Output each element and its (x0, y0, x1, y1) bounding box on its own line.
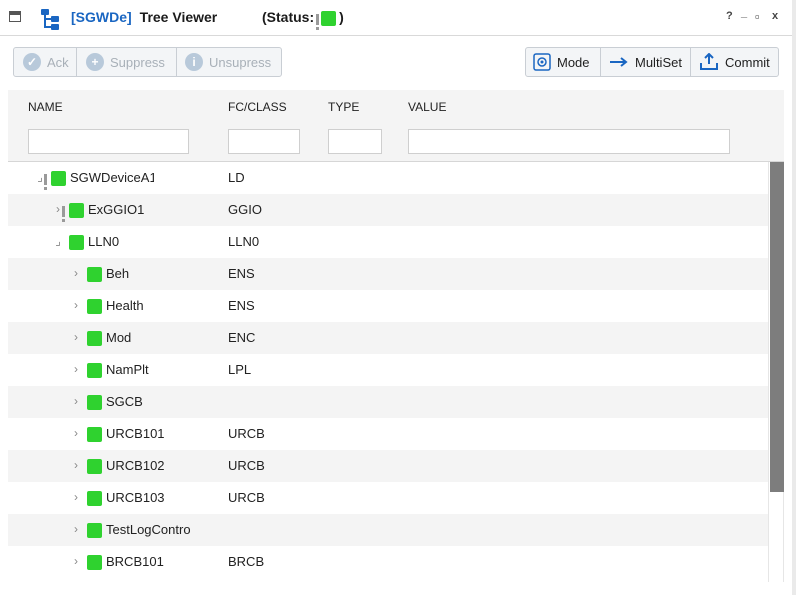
node-fc-class: ENS (228, 266, 255, 281)
node-name: Health (106, 298, 144, 313)
node-fc-class: ENC (228, 330, 256, 345)
commit-button[interactable]: Commit (690, 47, 779, 77)
tree-row[interactable]: ⌟ LLN0 LLN0 (8, 226, 768, 258)
node-name: Beh (106, 266, 130, 281)
node-name: ExGGIO1 (88, 202, 145, 217)
status-indicator (316, 10, 337, 30)
suppress-button[interactable]: + Suppress (76, 47, 177, 77)
column-header-name[interactable]: NAME (28, 100, 63, 114)
tree-grid: ⌟ SGWDeviceA1 LD › ExGGIO1 GGIO ⌟ LLN0 LLN0 › Beh E… (8, 162, 768, 582)
tree-row[interactable]: › BRCB101 BRCB (8, 546, 768, 578)
node-name: URCB102 (106, 458, 165, 473)
device-name: [SGWDe] (71, 9, 132, 25)
node-name: URCB101 (106, 426, 165, 441)
tree-row[interactable]: › URCB103 URCB (8, 482, 768, 514)
node-name: SGCB (106, 394, 143, 409)
column-header-fc-class[interactable]: FC/CLASS (228, 100, 287, 114)
status-square-icon (44, 170, 66, 190)
title-text: Tree Viewer (139, 9, 218, 25)
commit-label: Commit (725, 54, 770, 70)
mode-icon (533, 53, 551, 71)
tree-icon (41, 9, 59, 30)
value-filter-input[interactable] (408, 129, 730, 154)
node-fc-class: GGIO (228, 202, 262, 217)
minimize-button[interactable]: _ (741, 7, 747, 19)
tree-row[interactable]: › TestLogControl (8, 514, 768, 546)
unsuppress-label: Unsupress (209, 54, 272, 70)
node-fc-class: LPL (228, 362, 252, 377)
node-name: BRCB101 (106, 554, 164, 569)
mode-button[interactable]: Mode (525, 47, 601, 77)
status-square-icon (62, 202, 84, 222)
node-name: TestLogControl (106, 522, 190, 537)
status-square-icon (80, 362, 102, 379)
suppress-label: Suppress (110, 54, 165, 70)
node-fc-class: LLN0 (228, 234, 260, 249)
name-filter-input[interactable] (28, 129, 189, 154)
multiset-label: MultiSet (635, 54, 682, 70)
node-name: Mod (106, 330, 132, 345)
status-square-icon (80, 330, 102, 347)
help-button[interactable]: ? (726, 10, 733, 22)
unsuppress-button[interactable]: i Unsupress (176, 47, 282, 77)
suppress-icon: + (86, 53, 104, 71)
status-close: ) (339, 9, 344, 25)
status-square-icon (80, 522, 102, 539)
node-fc-class: ENS (228, 298, 255, 313)
status-square-icon (80, 298, 102, 315)
commit-icon (700, 53, 718, 70)
tree-row[interactable]: › URCB102 URCB (8, 450, 768, 482)
close-button[interactable]: x (772, 10, 778, 22)
tree-row[interactable]: › NamPlt LPL (8, 354, 768, 386)
status-label: (Status: (262, 9, 315, 25)
status-square-icon (80, 426, 102, 443)
window-icon[interactable] (9, 11, 21, 22)
tree-row[interactable]: › Beh ENS (8, 258, 768, 290)
vertical-scrollbar[interactable] (768, 162, 784, 582)
multiset-button[interactable]: MultiSet (600, 47, 691, 77)
title-bar: [SGWDe] Tree Viewer (Status:) ? _ ▫ x (0, 0, 796, 36)
status-square-icon (80, 458, 102, 475)
grid-header: NAME FC/CLASS TYPE VALUE (8, 90, 784, 162)
node-fc-class: LD (228, 170, 245, 185)
status-square-icon (80, 554, 102, 571)
window-edge (792, 0, 796, 595)
tree-row[interactable]: ⌟ SGWDeviceA1 LD (8, 162, 768, 194)
scrollbar-thumb[interactable] (770, 162, 784, 492)
column-header-value[interactable]: VALUE (408, 100, 446, 114)
maximize-button[interactable]: ▫ (755, 9, 760, 24)
status-square-icon (62, 234, 84, 251)
column-header-type[interactable]: TYPE (328, 100, 359, 114)
node-name: LLN0 (88, 234, 120, 249)
fc-class-filter-input[interactable] (228, 129, 300, 154)
node-name: SGWDeviceA1 (70, 170, 154, 185)
ack-button[interactable]: ✓ Ack (13, 47, 77, 77)
node-fc-class: URCB (228, 490, 265, 505)
tree-row[interactable]: › Health ENS (8, 290, 768, 322)
type-filter-input[interactable] (328, 129, 382, 154)
info-icon: i (185, 53, 203, 71)
tree-row[interactable]: › ExGGIO1 GGIO (8, 194, 768, 226)
node-fc-class: BRCB (228, 554, 265, 569)
arrow-right-icon (610, 57, 628, 67)
window-title: [SGWDe] Tree Viewer (71, 9, 217, 25)
status-display: (Status:) (262, 9, 344, 30)
node-fc-class: URCB (228, 458, 265, 473)
node-name: URCB103 (106, 490, 165, 505)
status-square-icon (80, 490, 102, 507)
tree-row[interactable]: › Mod ENC (8, 322, 768, 354)
check-icon: ✓ (23, 53, 41, 71)
mode-label: Mode (557, 54, 590, 70)
tree-row[interactable]: › URCB101 URCB (8, 418, 768, 450)
status-square-icon (80, 266, 102, 283)
ack-label: Ack (47, 54, 69, 70)
node-name: NamPlt (106, 362, 149, 377)
node-fc-class: URCB (228, 426, 265, 441)
status-square-icon (80, 394, 102, 411)
tree-row[interactable]: › SGCB (8, 386, 768, 418)
